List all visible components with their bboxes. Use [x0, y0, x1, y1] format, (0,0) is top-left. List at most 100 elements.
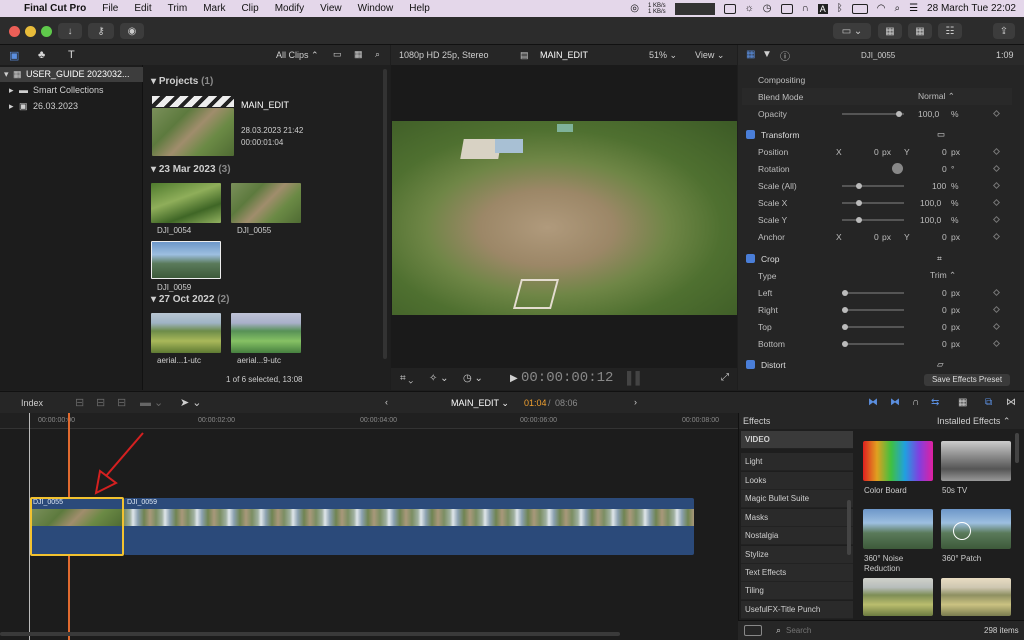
- filmstrip-view-icon[interactable]: ▦: [354, 49, 363, 60]
- scale-slider[interactable]: [842, 183, 904, 189]
- effects-category[interactable]: Text Effects: [741, 564, 853, 582]
- display-icon[interactable]: [780, 3, 793, 14]
- skimming-icon[interactable]: ⧓: [868, 397, 878, 408]
- headphones-icon[interactable]: ∩: [802, 3, 809, 14]
- slider-knob[interactable]: [856, 200, 862, 206]
- effects-category[interactable]: VIDEO: [741, 431, 853, 449]
- distort-control-icon[interactable]: ▱: [937, 359, 944, 370]
- keyframe-icon[interactable]: [992, 305, 1001, 314]
- opacity-slider[interactable]: [842, 111, 904, 117]
- menu-modify[interactable]: Modify: [267, 3, 312, 14]
- append-clip-icon[interactable]: ⊟: [117, 396, 126, 409]
- clip-thumbnail-selected[interactable]: [151, 241, 221, 279]
- effects-scrollbar[interactable]: [1015, 433, 1019, 463]
- timecode-display[interactable]: 00:00:00:12: [521, 370, 613, 386]
- connect-clip-icon[interactable]: ⊟: [75, 396, 84, 409]
- slider-knob[interactable]: [842, 341, 848, 347]
- transitions-browser-icon[interactable]: ⋈: [1006, 397, 1016, 408]
- clip-appearance-icon[interactable]: ▦: [958, 397, 967, 408]
- projects-group-header[interactable]: ▾ Projects (1): [151, 76, 213, 87]
- photos-icon[interactable]: ♣: [38, 49, 45, 61]
- param-value[interactable]: 0: [942, 322, 947, 332]
- effect-thumbnail[interactable]: [863, 578, 933, 616]
- blend-mode-dropdown[interactable]: Normal ⌃: [918, 91, 955, 102]
- menu-mark[interactable]: Mark: [195, 3, 233, 14]
- effects-category[interactable]: Light: [741, 453, 853, 471]
- forward-arrow-icon[interactable]: ›: [634, 397, 637, 407]
- param-value[interactable]: 0: [874, 232, 879, 242]
- smart-collections-row[interactable]: ▸ ▬ Smart Collections: [0, 83, 143, 98]
- effects-category[interactable]: Magic Bullet Suite: [741, 490, 853, 508]
- slider-knob[interactable]: [896, 111, 902, 117]
- date-group-header[interactable]: ▾ 27 Oct 2022 (2): [151, 294, 229, 305]
- brightness-icon[interactable]: ☼: [745, 3, 754, 14]
- category-scrollbar[interactable]: [847, 500, 851, 555]
- menu-view[interactable]: View: [312, 3, 350, 14]
- zoom-dropdown[interactable]: 51% ⌄: [649, 50, 677, 61]
- effect-thumbnail[interactable]: [941, 441, 1011, 481]
- effect-thumbnail[interactable]: [941, 578, 1011, 616]
- background-tasks-button[interactable]: ◉: [120, 23, 144, 39]
- audio-skimming-icon[interactable]: ⧓: [890, 397, 900, 408]
- browser-toggle-button[interactable]: ▦: [878, 23, 902, 39]
- keywords-button[interactable]: ⚷: [88, 23, 114, 39]
- clip-thumbnail[interactable]: [151, 313, 221, 353]
- inspector-toggle-button[interactable]: ☷: [938, 23, 962, 39]
- param-value[interactable]: 0: [942, 339, 947, 349]
- clip-thumbnail[interactable]: [231, 183, 301, 223]
- menu-app[interactable]: Final Cut Pro: [16, 3, 94, 14]
- clip-appearance-icon[interactable]: ▭: [333, 49, 342, 60]
- checkbox-icon[interactable]: [746, 360, 755, 369]
- snapping-icon[interactable]: ⇆: [931, 397, 939, 408]
- fullscreen-icon[interactable]: ⤢: [721, 372, 729, 383]
- slider-knob[interactable]: [856, 217, 862, 223]
- date-group-header[interactable]: ▾ 23 Mar 2023 (3): [151, 164, 231, 175]
- fullscreen-window-icon[interactable]: [41, 26, 52, 37]
- timeline-project-dropdown[interactable]: MAIN_EDIT ⌄: [451, 398, 509, 409]
- effect-thumbnail[interactable]: [863, 441, 933, 481]
- save-effects-preset-button[interactable]: Save Effects Preset: [924, 374, 1010, 386]
- effects-category[interactable]: Stylize: [741, 546, 853, 564]
- effects-browser-icon[interactable]: ⧉: [985, 397, 992, 408]
- menu-window[interactable]: Window: [350, 3, 402, 14]
- clip-thumbnail[interactable]: [231, 313, 301, 353]
- cc-icon[interactable]: ◎: [630, 3, 639, 14]
- clip-thumbnail[interactable]: [151, 183, 221, 223]
- event-row[interactable]: ▸ ▣ 26.03.2023: [0, 99, 143, 114]
- effects-category[interactable]: UsefulFX-Title Punch: [741, 601, 853, 619]
- import-button[interactable]: ↓: [58, 23, 82, 39]
- param-value[interactable]: 0: [942, 164, 947, 174]
- keyframe-icon[interactable]: [992, 215, 1001, 224]
- share-button[interactable]: ⇪: [993, 23, 1015, 39]
- keyframe-icon[interactable]: [992, 181, 1001, 190]
- crop-left-slider[interactable]: [842, 290, 904, 296]
- text-input-icon[interactable]: A: [817, 3, 828, 14]
- disclosure-closed-icon[interactable]: ▸: [9, 101, 14, 112]
- timeline-clip[interactable]: DJI_0059: [124, 498, 694, 555]
- search-icon[interactable]: ⌕: [375, 49, 380, 60]
- timeline-toggle-button[interactable]: ▦: [908, 23, 932, 39]
- distort-section[interactable]: Distort ▱: [742, 356, 1012, 373]
- screen-mirror-icon[interactable]: [723, 3, 736, 14]
- project-name[interactable]: MAIN_EDIT: [241, 100, 289, 110]
- menu-edit[interactable]: Edit: [126, 3, 159, 14]
- crop-bottom-slider[interactable]: [842, 341, 904, 347]
- scale-x-slider[interactable]: [842, 200, 904, 206]
- installed-effects-dropdown[interactable]: Installed Effects ⌃: [937, 416, 1010, 427]
- video-frame[interactable]: [392, 121, 737, 315]
- disclosure-open-icon[interactable]: ▾: [4, 69, 9, 80]
- crop-type-dropdown[interactable]: Trim ⌃: [930, 270, 956, 281]
- timeline-clip-selected[interactable]: DJI_0055: [30, 497, 124, 556]
- checkbox-icon[interactable]: [746, 130, 755, 139]
- timeline-scrollbar[interactable]: [0, 632, 620, 636]
- bluetooth-icon[interactable]: ᛒ: [837, 3, 843, 14]
- play-icon[interactable]: ▶: [510, 373, 518, 384]
- slider-knob[interactable]: [842, 324, 848, 330]
- library-row[interactable]: ▾ ▦ USER_GUIDE 2023032...: [0, 67, 143, 82]
- clock-icon[interactable]: ◷: [763, 3, 772, 14]
- libraries-icon[interactable]: ▣: [9, 49, 19, 62]
- close-window-icon[interactable]: [9, 26, 20, 37]
- slider-knob[interactable]: [842, 290, 848, 296]
- param-value[interactable]: 0: [942, 305, 947, 315]
- minimize-window-icon[interactable]: [25, 26, 36, 37]
